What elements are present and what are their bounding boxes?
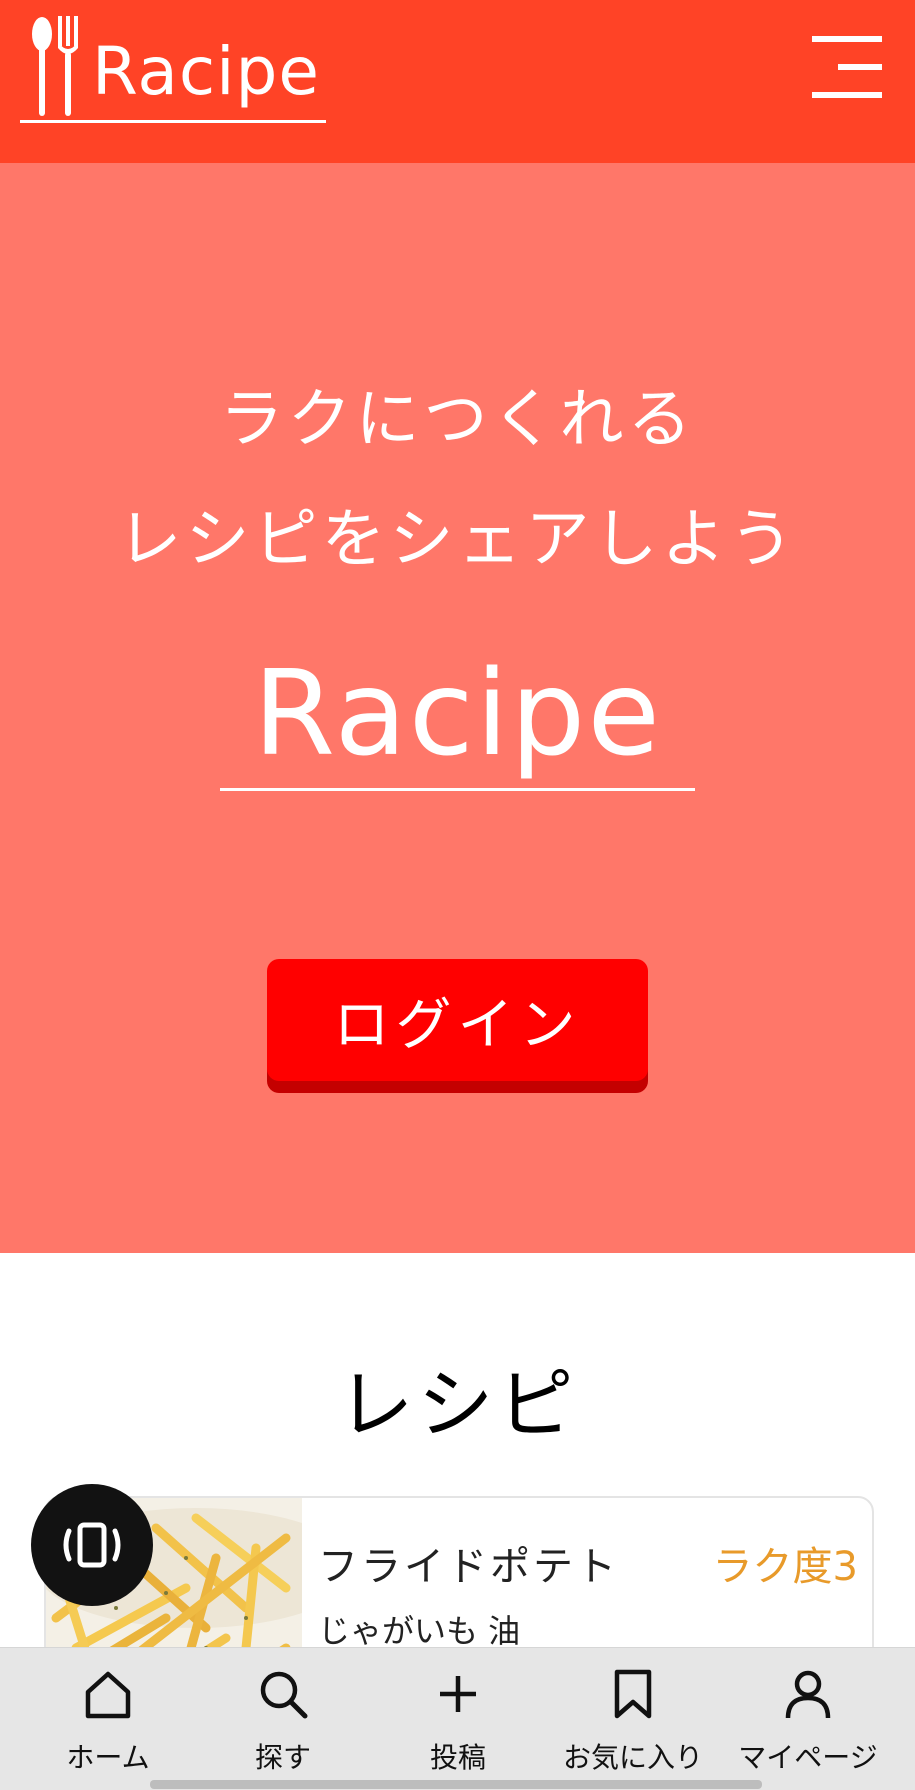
nav-label-mypage: マイページ <box>738 1741 878 1774</box>
bookmark-icon <box>605 1666 661 1722</box>
plus-icon <box>430 1666 486 1722</box>
login-button[interactable]: ログイン <box>267 959 648 1081</box>
floating-action-button[interactable] <box>31 1484 153 1606</box>
hero-tagline-line2: レシピをシェアしよう <box>117 503 798 577</box>
user-icon <box>780 1666 836 1722</box>
bottom-navigation: ホーム 探す 投稿 お気に入り マイページ <box>0 1647 915 1790</box>
nav-item-mypage[interactable]: マイページ <box>720 1648 896 1790</box>
logo-text: Racipe <box>92 33 320 110</box>
recipes-section-title: レシピ <box>337 1360 578 1449</box>
recipe-name: フライドポテト <box>318 1544 619 1590</box>
logo-underline <box>20 120 326 123</box>
hamburger-menu-icon <box>812 36 882 98</box>
nav-item-favorites[interactable]: お気に入り <box>545 1648 721 1790</box>
home-icon <box>80 1666 136 1722</box>
horizontal-scrollbar[interactable] <box>150 1780 762 1789</box>
nav-item-post[interactable]: 投稿 <box>370 1648 546 1790</box>
nav-label-favorites: お気に入り <box>562 1741 703 1774</box>
hero-tagline-line1: ラクにつくれる <box>219 383 696 457</box>
app-logo[interactable]: Racipe <box>20 10 326 125</box>
nav-label-search: 探す <box>254 1741 311 1774</box>
phone-vibrate-icon <box>63 1522 121 1568</box>
recipe-ingredients: じゃがいも 油 <box>318 1612 521 1650</box>
nav-item-search[interactable]: 探す <box>195 1648 371 1790</box>
hero-brand-name: Racipe <box>253 644 662 782</box>
search-icon <box>255 1666 311 1722</box>
hero-section: ラクにつくれる レシピをシェアしよう Racipe ログイン <box>0 163 915 1253</box>
recipe-ease-rating: ラク度3 <box>712 1544 858 1590</box>
hero-brand-underline <box>220 788 695 791</box>
nav-label-post: 投稿 <box>429 1741 486 1774</box>
app-header: Racipe <box>0 0 915 163</box>
nav-label-home: ホーム <box>66 1741 150 1774</box>
nav-item-home[interactable]: ホーム <box>20 1648 196 1790</box>
menu-button[interactable] <box>810 32 886 104</box>
